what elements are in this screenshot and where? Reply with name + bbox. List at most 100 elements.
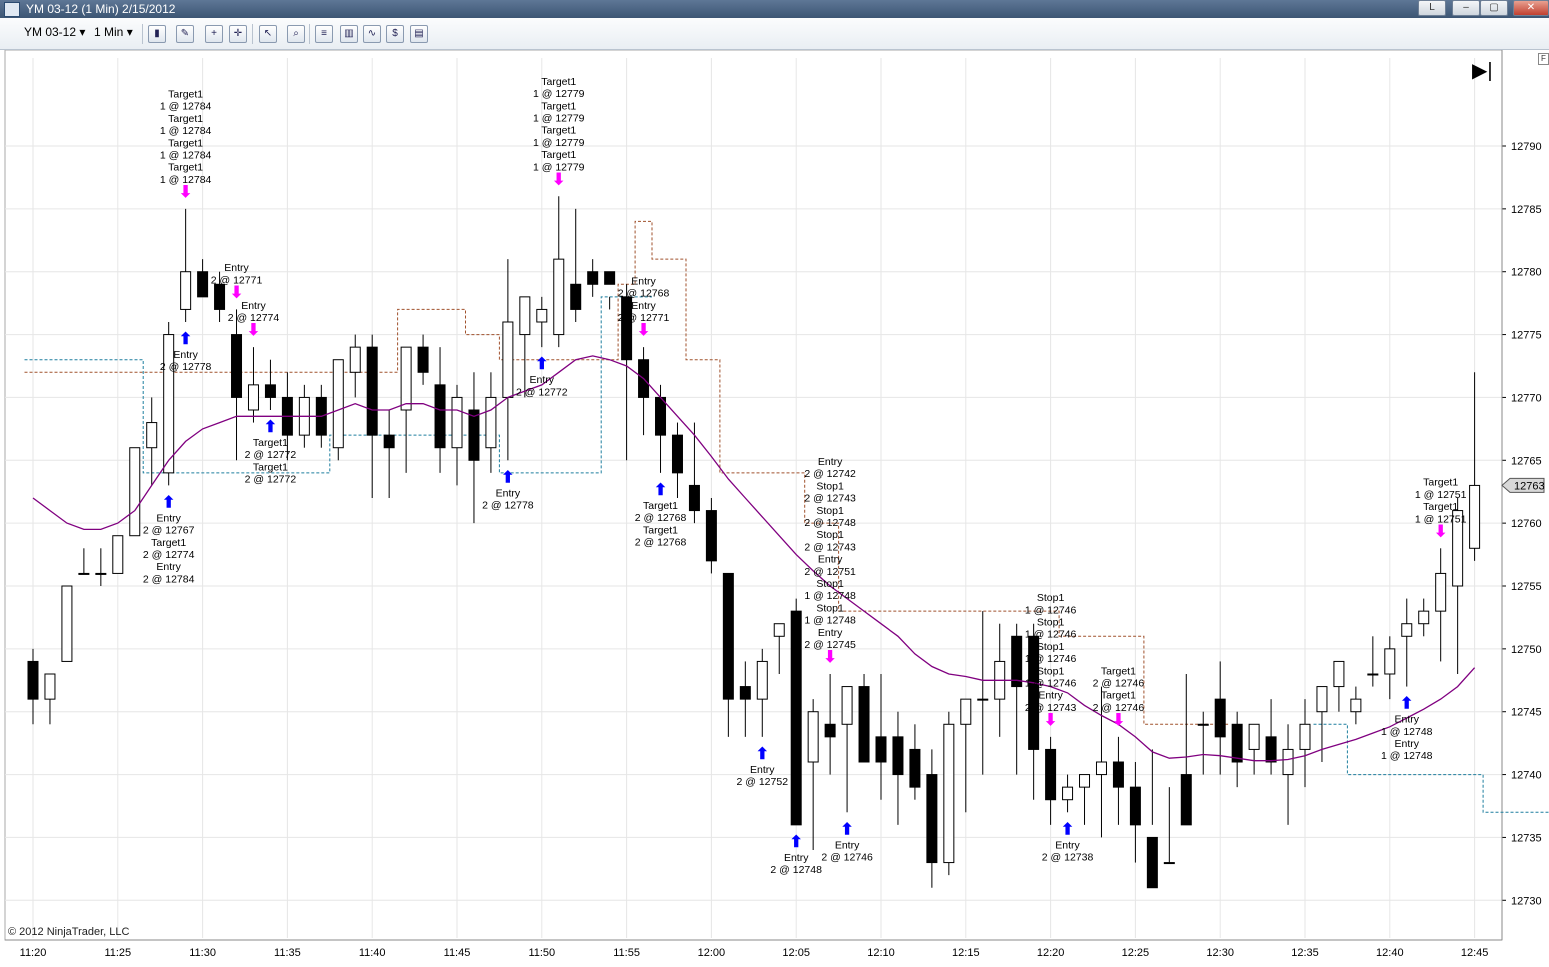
buy-arrow-icon: ⬆ [756,746,769,763]
copyright-text: © 2012 NinjaTrader, LLC [8,926,129,938]
window-title: YM 03-12 (1 Min) 2/15/2012 [26,2,175,16]
candle-down [859,687,869,762]
buy-arrow-icon: ⬆ [179,331,192,348]
x-tick-label: 11:55 [613,947,640,959]
candle-down [1232,724,1242,762]
trade-annotation-text: 2 @ 12746 [1093,702,1145,714]
candle-down [689,485,699,510]
trade-annotation-text: Entry [173,349,198,361]
minimize-button[interactable]: – [1452,0,1480,16]
indicator-icon[interactable]: ∿ [363,25,381,43]
trade-annotation-text: 2 @ 12772 [516,386,568,398]
trade-annotation-text: 1 @ 12746 [1025,629,1077,641]
x-tick-label: 12:25 [1122,947,1150,959]
sell-arrow-icon: ⬇ [637,322,650,339]
trade-annotation-text: Stop1 [816,505,844,517]
close-button[interactable]: ✕ [1513,0,1549,16]
strategy-icon[interactable]: ≡ [315,25,333,43]
candle-down [791,611,801,825]
buy-arrow-icon: ⬆ [840,821,853,838]
candle-down [588,272,598,285]
interval-selector[interactable]: 1 Min ▾ [94,25,133,39]
candle-down [1266,737,1276,762]
trade-annotation-text: Target1 [168,88,203,100]
properties-icon[interactable]: ▤ [410,25,428,43]
candle-up [248,385,258,410]
price-chart[interactable]: 11:2011:2511:3011:3511:4011:4511:5011:55… [0,50,1549,962]
data-series-icon[interactable]: ▥ [340,25,358,43]
trade-annotation-text: Target1 [168,137,203,149]
candle-down [622,297,632,360]
sell-arrow-icon: ⬇ [247,322,260,339]
candle-down [893,737,903,775]
trade-annotation-text: 2 @ 12745 [804,639,856,651]
candle-down [469,410,479,460]
chart-panel[interactable]: 11:2011:2511:3011:3511:4011:4511:5011:55… [0,50,1549,962]
y-tick-label: 12775 [1511,330,1542,342]
link-button[interactable]: L [1418,0,1446,16]
price-icon[interactable]: $ [386,25,404,43]
trade-annotation-text: 1 @ 12748 [804,590,856,602]
candle-up [961,699,971,724]
trade-annotation-text: Stop1 [816,578,844,590]
trade-annotation-text: 2 @ 12771 [211,274,263,286]
candle-up [1317,687,1327,712]
chevron-down-icon: ▾ [79,25,85,39]
trade-annotation-text: Entry [631,276,656,288]
trade-annotation-text: 2 @ 12738 [1042,851,1094,863]
candle-up [452,397,462,447]
candle-down [927,775,937,863]
scroll-to-latest-icon[interactable]: ▶| [1472,58,1493,83]
trade-annotation-text: Entry [156,561,181,573]
sell-arrow-icon: ⬇ [1044,712,1057,729]
buy-arrow-icon: ⬆ [535,356,548,373]
candle-up [113,536,123,574]
candle-up [978,699,988,700]
buy-arrow-icon: ⬆ [264,419,277,436]
trade-annotation-text: 2 @ 12778 [482,499,534,511]
candle-up [554,259,564,334]
trade-annotation-text: 2 @ 12748 [770,864,822,876]
trade-annotation-text: 2 @ 12746 [1093,677,1145,689]
trade-annotation-text: Entry [818,627,843,639]
instrument-selector[interactable]: YM 03-12 ▾ [24,25,85,39]
trade-annotation-text: 2 @ 12772 [245,449,297,461]
trade-annotation-text: Target1 [541,149,576,161]
y-tick-label: 12745 [1511,707,1542,719]
trade-annotation-text: 1 @ 12779 [533,161,585,173]
crosshair-icon[interactable]: ✛ [229,25,247,43]
trade-annotation-text: 1 @ 12748 [1381,750,1433,762]
candle-down [418,347,428,372]
candle-down [1130,787,1140,825]
candle-up [757,661,767,699]
candle-up [503,322,513,397]
trade-annotation-text: Target1 [1423,477,1458,489]
panel-option-box[interactable]: F [1538,53,1549,65]
x-tick-label: 11:20 [20,947,47,959]
candle-down [232,335,242,398]
bar-type-icon[interactable]: ▮ [148,25,166,43]
candle-up [1419,611,1429,624]
trade-annotation-text: 2 @ 12743 [1025,702,1077,714]
zoom-icon[interactable]: ⌕ [287,25,305,43]
buy-arrow-icon: ⬆ [654,482,667,499]
drawing-pencil-icon[interactable]: ✎ [176,25,194,43]
trade-annotation-text: Entry [818,554,843,566]
add-indicator-icon[interactable]: + [205,25,223,43]
trade-annotation-text: 2 @ 12784 [143,573,195,585]
sell-arrow-icon: ⬇ [552,171,565,188]
cursor-icon[interactable]: ↖ [259,25,277,43]
candle-up [79,573,89,574]
trade-annotation-text: 2 @ 12771 [618,312,670,324]
maximize-button[interactable]: ▢ [1480,0,1508,16]
toolbar-separator [252,24,253,44]
y-tick-label: 12785 [1511,204,1542,216]
y-tick-label: 12790 [1511,141,1542,153]
candle-up [1249,724,1259,749]
trade-annotation-text: Stop1 [1037,616,1065,628]
trade-annotation-text: 1 @ 12746 [1025,604,1077,616]
trade-annotation-text: 1 @ 12748 [1381,726,1433,738]
trade-annotation-text: Entry [784,852,809,864]
candle-up [486,397,496,447]
y-tick-label: 12770 [1511,392,1542,404]
